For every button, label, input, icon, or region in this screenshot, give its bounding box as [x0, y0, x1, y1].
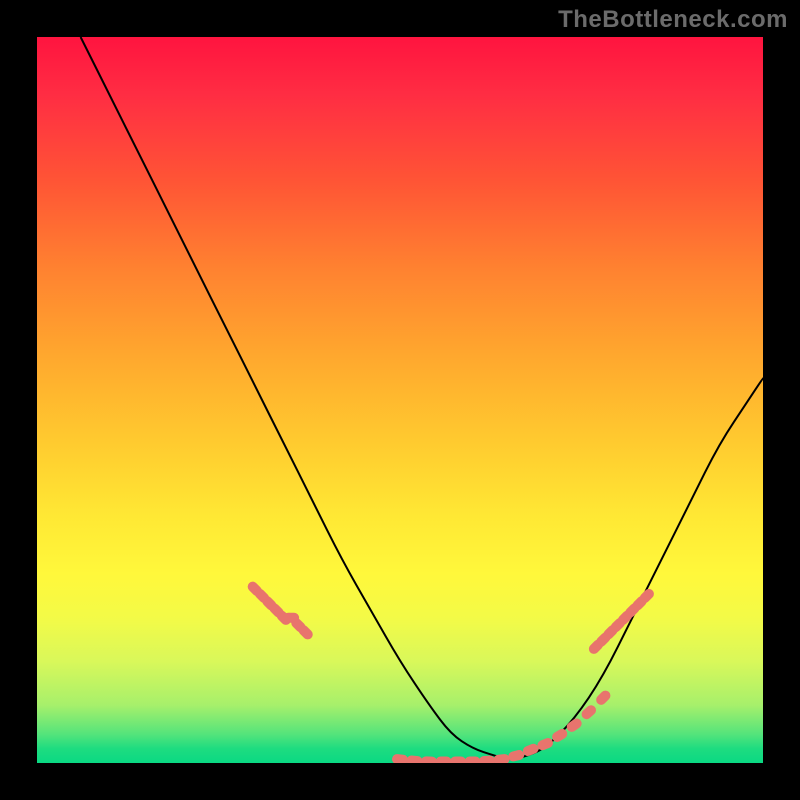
highlight-dot — [536, 736, 555, 751]
highlight-dot — [392, 754, 409, 763]
highlight-dot — [406, 755, 423, 763]
highlight-dot — [594, 689, 612, 707]
bottleneck-curve — [81, 37, 763, 759]
highlight-dot — [421, 756, 437, 763]
watermark: TheBottleneck.com — [558, 6, 788, 34]
highlight-dot — [507, 749, 525, 763]
highlight-dot — [521, 742, 540, 757]
highlight-dot — [465, 757, 481, 764]
plot-area — [37, 37, 763, 763]
chart-frame: TheBottleneck.com — [0, 0, 800, 800]
highlight-dot — [479, 755, 495, 763]
chart-svg — [37, 37, 763, 763]
highlight-dot — [436, 757, 452, 764]
highlight-dot — [450, 757, 466, 764]
highlight-dots — [246, 580, 656, 763]
